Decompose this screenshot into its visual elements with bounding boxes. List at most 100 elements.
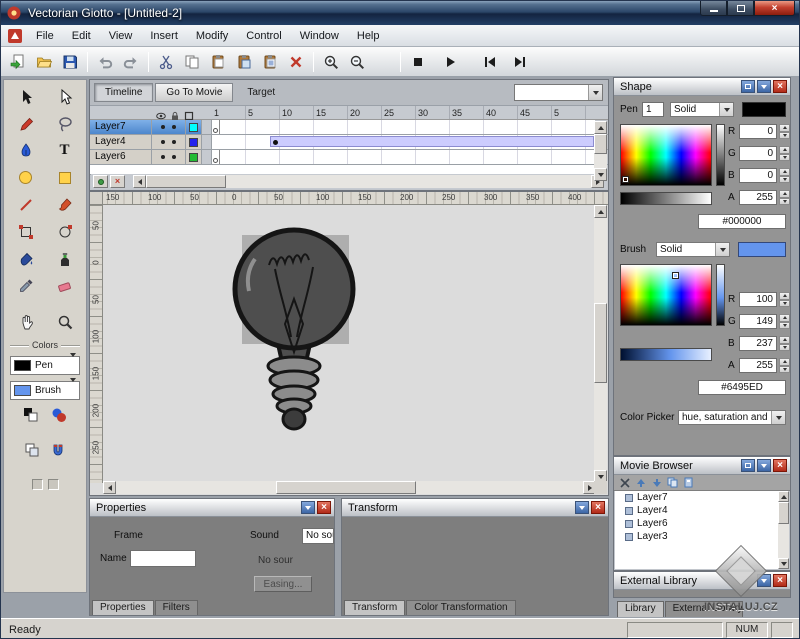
brush-hex-input[interactable]: #6495ED (698, 380, 786, 395)
rectangle-tool[interactable] (45, 164, 84, 191)
scrollbar-thumb[interactable] (594, 134, 607, 154)
stop-button[interactable] (405, 50, 431, 74)
light-bulb-drawing[interactable] (103, 205, 596, 483)
hand-tool[interactable] (6, 308, 45, 335)
pen-red-input[interactable]: 0 (739, 124, 777, 139)
spinner[interactable] (779, 190, 790, 205)
move-up-button[interactable] (634, 477, 647, 489)
tab-library[interactable]: Library (617, 601, 664, 617)
timeline-vertical-scrollbar[interactable] (594, 121, 607, 181)
empty-keyframe[interactable] (212, 120, 220, 134)
eyedropper-tool[interactable] (6, 272, 45, 299)
pin-icon[interactable] (757, 80, 771, 93)
scroll-left-icon[interactable] (103, 481, 116, 494)
redo-button[interactable] (118, 50, 144, 74)
float-icon[interactable] (741, 80, 755, 93)
properties-panel-header[interactable]: Properties × (90, 499, 334, 517)
canvas-vertical-scrollbar[interactable] (594, 205, 607, 483)
spinner[interactable] (779, 358, 790, 373)
cut-button[interactable] (153, 50, 179, 74)
transform-panel-header[interactable]: Transform × (342, 499, 608, 517)
layer-state-dots[interactable] (152, 150, 186, 164)
layer-frames-track[interactable] (212, 120, 595, 134)
line-tool[interactable] (6, 191, 45, 218)
tool-option-button[interactable] (32, 479, 43, 490)
zoom-tool[interactable] (45, 308, 84, 335)
scrollbar-thumb[interactable] (276, 481, 416, 494)
layer-state-dots[interactable] (152, 120, 186, 134)
spinner[interactable] (779, 146, 790, 161)
layer-name[interactable]: Layer6 (90, 150, 152, 164)
easing-button[interactable]: Easing... (254, 576, 312, 592)
brush-color-selector[interactable]: Brush (10, 381, 80, 400)
layer-row-layer6[interactable]: Layer6 (90, 150, 608, 165)
pen-style-dropdown[interactable]: Solid (670, 102, 734, 117)
ink-bottle-tool[interactable] (45, 245, 84, 272)
layer-row-layer7[interactable]: Layer7 (90, 120, 608, 135)
copy-button[interactable] (179, 50, 205, 74)
layer-color-cell[interactable] (186, 120, 202, 134)
pin-icon[interactable] (301, 501, 315, 514)
brush-blue-input[interactable]: 237 (739, 336, 777, 351)
float-icon[interactable] (741, 459, 755, 472)
pen-alpha-input[interactable]: 255 (739, 190, 777, 205)
pen-tool[interactable] (6, 137, 45, 164)
spinner[interactable] (779, 292, 790, 307)
paint-bucket-tool[interactable] (6, 245, 45, 272)
default-colors-button[interactable] (51, 407, 67, 428)
menu-view[interactable]: View (100, 27, 142, 45)
frame-ruler[interactable]: 1 5 10 15 20 25 30 35 40 45 5 (212, 106, 594, 119)
close-icon[interactable]: × (773, 459, 787, 472)
tween-span[interactable] (270, 136, 594, 147)
target-dropdown[interactable] (514, 84, 603, 101)
scroll-up-icon[interactable] (594, 121, 607, 134)
delete-button[interactable] (283, 50, 309, 74)
close-icon[interactable]: × (591, 501, 605, 514)
pen-blue-input[interactable]: 0 (739, 168, 777, 183)
play-button[interactable] (437, 50, 463, 74)
menu-control[interactable]: Control (237, 27, 290, 45)
delete-item-button[interactable] (618, 477, 631, 489)
close-icon[interactable]: × (317, 501, 331, 514)
pen-luminance-slider[interactable] (716, 124, 725, 186)
brush-red-input[interactable]: 100 (739, 292, 777, 307)
scrollbar-thumb[interactable] (594, 303, 607, 383)
spinner[interactable] (779, 314, 790, 329)
paste-in-place-button[interactable] (231, 50, 257, 74)
spinner[interactable] (779, 124, 790, 139)
zoom-out-button[interactable] (344, 50, 370, 74)
tree-item-layer6[interactable]: Layer6 (615, 517, 789, 530)
undo-button[interactable] (92, 50, 118, 74)
tab-color-transformation[interactable]: Color Transformation (406, 600, 515, 615)
layer-state-dots[interactable] (152, 135, 186, 149)
tab-properties[interactable]: Properties (92, 600, 154, 615)
name-input[interactable] (130, 550, 196, 567)
scroll-down-icon[interactable] (594, 168, 607, 181)
layer-row-layer4[interactable]: Layer4 (90, 135, 608, 150)
pin-icon[interactable] (575, 501, 589, 514)
spinner[interactable] (779, 336, 790, 351)
gradient-transform-tool[interactable] (45, 218, 84, 245)
close-icon[interactable]: × (773, 80, 787, 93)
timeline-view-button[interactable]: Timeline (94, 83, 153, 102)
menu-window[interactable]: Window (291, 27, 348, 45)
select-tool[interactable] (6, 83, 45, 110)
close-button[interactable]: × (754, 1, 795, 16)
brush-alpha-input[interactable]: 255 (739, 358, 777, 373)
center-frame-button[interactable] (93, 175, 108, 188)
pin-icon[interactable] (757, 459, 771, 472)
tree-item-layer3[interactable]: Layer3 (615, 530, 789, 543)
tree-item-layer4[interactable]: Layer4 (615, 504, 789, 517)
brush-value-bar[interactable] (620, 348, 712, 361)
tab-transform[interactable]: Transform (344, 600, 405, 615)
go-to-start-button[interactable] (477, 50, 503, 74)
swap-colors-button[interactable] (23, 407, 39, 428)
move-down-button[interactable] (650, 477, 663, 489)
brush-style-dropdown[interactable]: Solid (656, 242, 730, 257)
pen-value-bar[interactable] (620, 192, 712, 205)
menu-file[interactable]: File (27, 27, 63, 45)
menu-insert[interactable]: Insert (141, 27, 187, 45)
open-button[interactable] (31, 50, 57, 74)
tree-item-layer7[interactable]: Layer7 (615, 491, 789, 504)
save-button[interactable] (57, 50, 83, 74)
